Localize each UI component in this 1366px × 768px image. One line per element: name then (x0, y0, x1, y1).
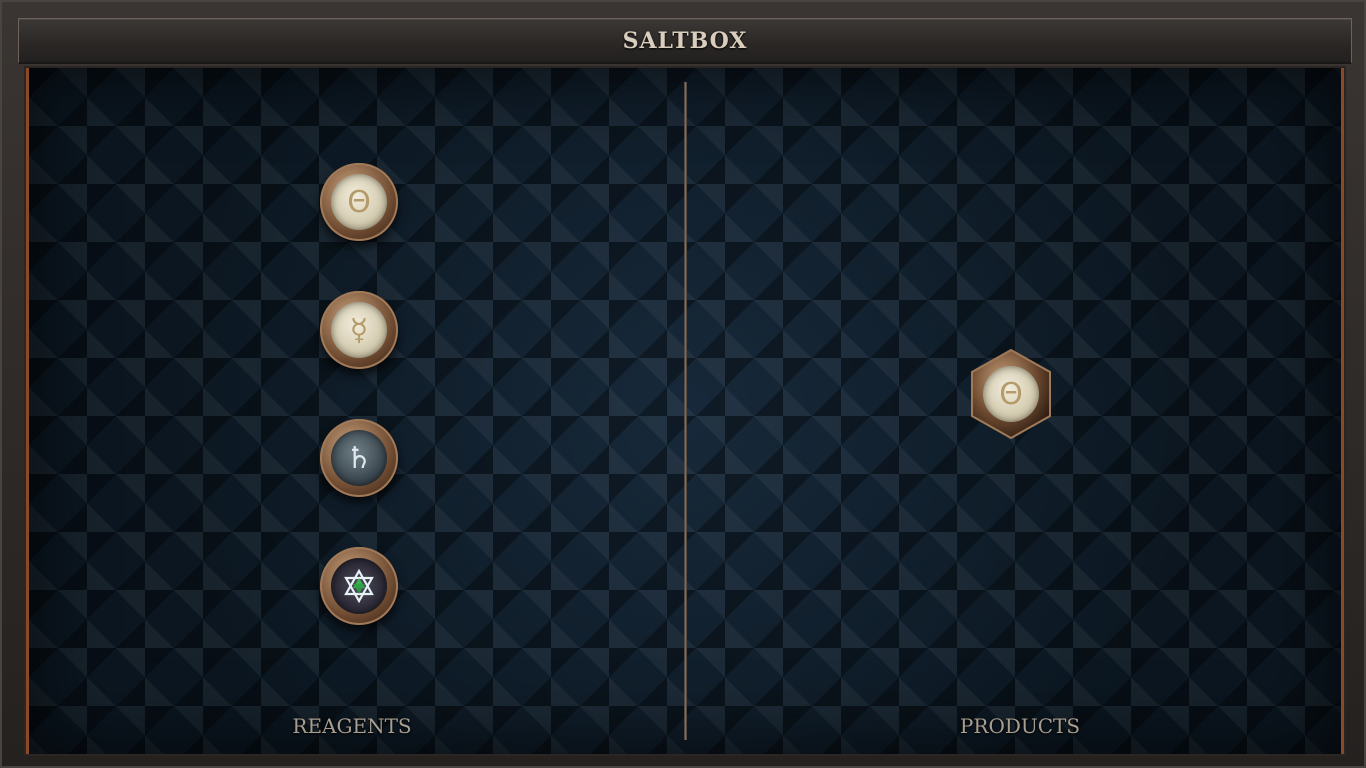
title-bar: SALTBOX (18, 18, 1352, 64)
hexagram-icon (331, 558, 387, 614)
saltbox-window: SALTBOX Θ ☿ ♄ REAGENTS Θ PRODUCTS (0, 0, 1366, 768)
lead-symbol-icon: ♄ (331, 430, 387, 486)
reagent-atom-quintessence[interactable] (320, 547, 398, 625)
reagent-atom-salt[interactable]: Θ (320, 163, 398, 241)
salt-symbol-icon: Θ (983, 366, 1039, 422)
reagent-atom-lead[interactable]: ♄ (320, 419, 398, 497)
quicksilver-symbol-icon: ☿ (331, 302, 387, 358)
salt-symbol-icon: Θ (331, 174, 387, 230)
reagents-label: REAGENTS (292, 714, 412, 738)
page-title: SALTBOX (622, 27, 748, 54)
product-atom-salt[interactable]: Θ (968, 348, 1054, 440)
panel-divider (684, 82, 687, 740)
reagent-atom-quicksilver[interactable]: ☿ (320, 291, 398, 369)
products-label: PRODUCTS (959, 714, 1081, 738)
